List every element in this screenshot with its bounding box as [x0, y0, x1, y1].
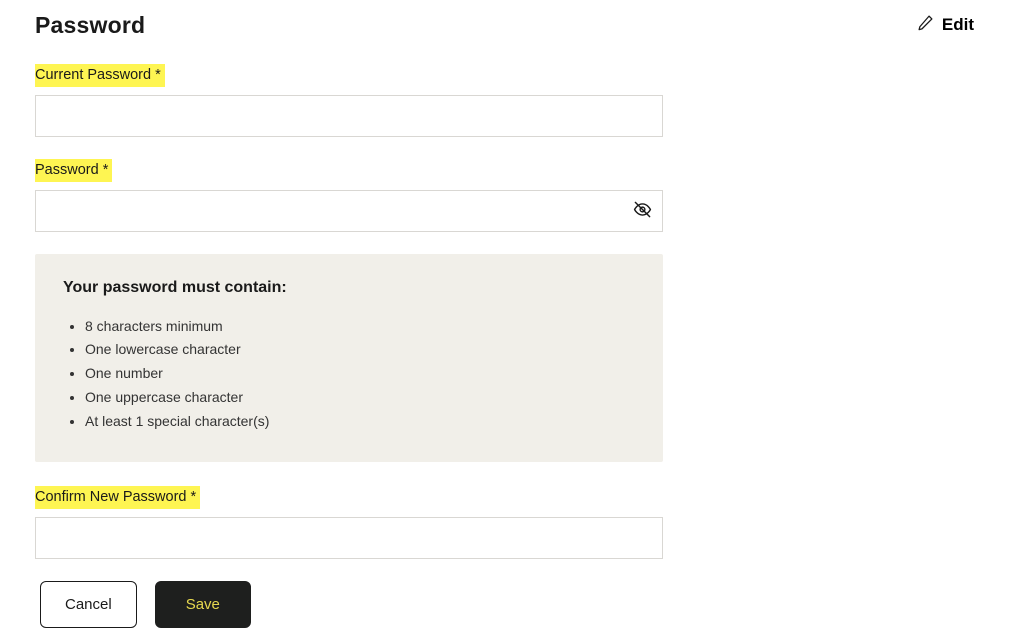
requirements-title: Your password must contain: [63, 279, 635, 297]
pencil-icon [917, 14, 934, 36]
current-password-input[interactable] [35, 95, 663, 137]
toggle-password-visibility-button[interactable] [631, 200, 653, 222]
password-input[interactable] [35, 190, 663, 232]
form-actions: Cancel Save [35, 581, 663, 628]
requirement-item: 8 characters minimum [85, 315, 635, 339]
password-label: Password * [35, 159, 112, 182]
requirement-item: One uppercase character [85, 386, 635, 410]
requirement-item: One lowercase character [85, 338, 635, 362]
current-password-label: Current Password * [35, 64, 165, 87]
edit-button[interactable]: Edit [911, 10, 980, 40]
requirement-item: One number [85, 362, 635, 386]
eye-off-icon [633, 200, 652, 222]
confirm-password-input[interactable] [35, 517, 663, 559]
page-title: Password [35, 12, 145, 39]
password-form: Current Password * Password * Your passw… [35, 64, 663, 628]
confirm-password-label: Confirm New Password * [35, 486, 200, 509]
password-requirements-panel: Your password must contain: 8 characters… [35, 254, 663, 462]
requirement-item: At least 1 special character(s) [85, 410, 635, 434]
edit-label: Edit [942, 15, 974, 35]
save-button[interactable]: Save [155, 581, 251, 628]
requirements-list: 8 characters minimum One lowercase chara… [63, 315, 635, 434]
cancel-button[interactable]: Cancel [40, 581, 137, 628]
